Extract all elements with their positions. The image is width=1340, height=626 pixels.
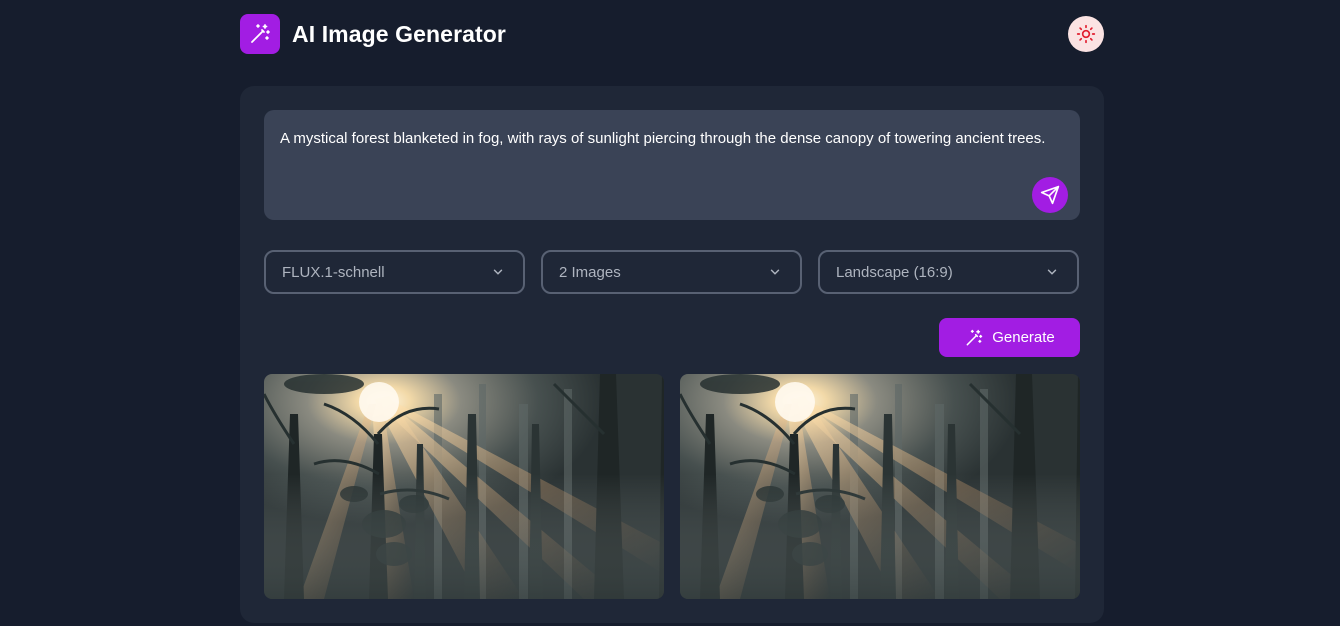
generate-button[interactable]: Generate [939,318,1080,357]
sun-icon [1076,24,1096,44]
aspect-ratio-value: Landscape (16:9) [836,263,953,281]
generated-image-1[interactable] [264,374,664,599]
generator-card: A mystical forest blanketed in fog, with… [240,86,1104,623]
model-select-value: FLUX.1-schnell [282,263,385,281]
chevron-down-icon [493,269,503,275]
send-icon [1040,185,1060,205]
app-header: AI Image Generator [240,14,1104,54]
theme-toggle-button[interactable] [1068,16,1104,52]
model-select[interactable]: FLUX.1-schnell [264,250,525,294]
chevron-down-icon [770,269,780,275]
chevron-down-icon [1047,269,1057,275]
app-title: AI Image Generator [292,21,506,47]
prompt-input[interactable]: A mystical forest blanketed in fog, with… [264,110,1080,220]
image-count-value: 2 Images [559,263,621,281]
send-button[interactable] [1032,177,1068,213]
magic-wand-icon [966,329,983,345]
generate-button-label: Generate [992,329,1055,346]
magic-wand-icon [240,14,280,54]
aspect-ratio-select[interactable]: Landscape (16:9) [818,250,1079,294]
prompt-text[interactable]: A mystical forest blanketed in fog, with… [280,127,1070,151]
generated-image-2[interactable] [680,374,1080,599]
image-count-select[interactable]: 2 Images [541,250,802,294]
